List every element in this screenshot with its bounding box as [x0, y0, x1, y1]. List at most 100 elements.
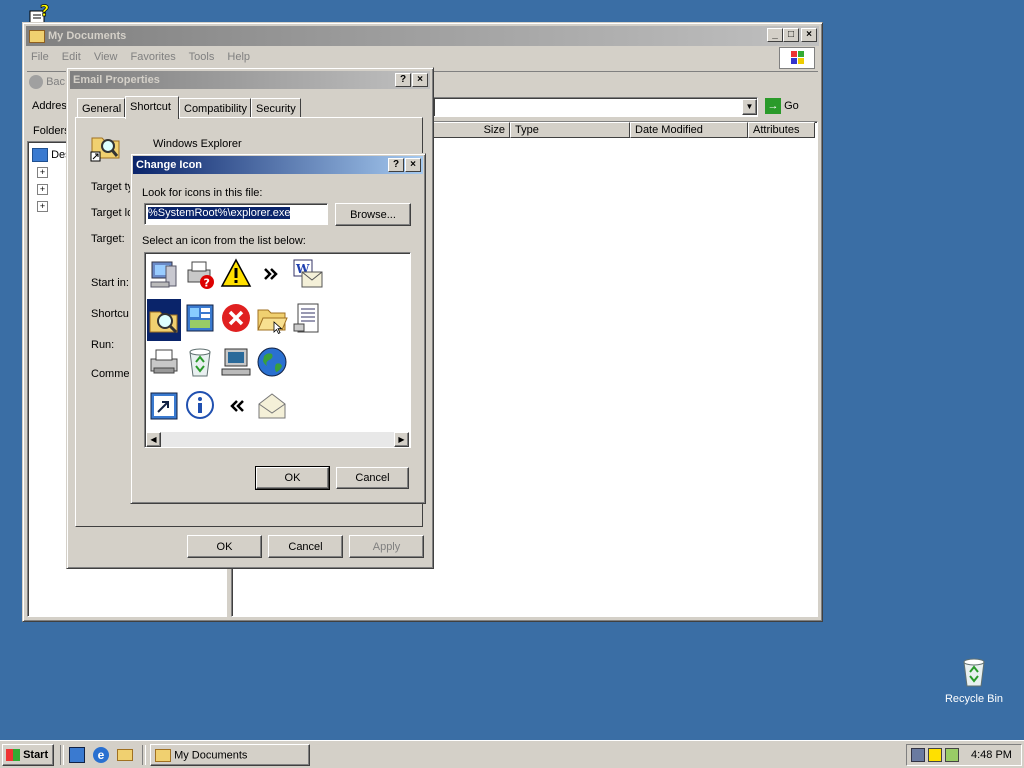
back-arrow-icon [29, 75, 43, 89]
desktop-icon [32, 148, 48, 162]
address-bar[interactable] [433, 97, 758, 117]
printer-icon[interactable] [147, 345, 181, 379]
globe-icon[interactable] [255, 345, 289, 379]
double-chevron-right-icon[interactable] [255, 257, 289, 291]
quicklaunch-desktop-icon[interactable] [69, 747, 85, 763]
folder-icon [29, 29, 45, 43]
scroll-right-button[interactable]: ▶ [394, 432, 409, 447]
double-chevron-left-icon[interactable] [219, 389, 253, 423]
cancel-button[interactable]: Cancel [336, 467, 409, 489]
printer-help-icon[interactable]: ? [183, 257, 217, 291]
folder-open-icon[interactable] [255, 301, 289, 335]
folder-search-icon[interactable] [147, 299, 181, 341]
icon-list[interactable]: ? W ◀ ▶ [144, 252, 411, 448]
task-label: My Documents [174, 748, 248, 761]
folder-icon [155, 748, 171, 762]
tab-general[interactable]: General [77, 98, 125, 118]
browse-button[interactable]: Browse... [335, 203, 411, 226]
tree-expand-1[interactable]: + [37, 167, 48, 178]
document-list-icon[interactable] [291, 301, 325, 335]
field-shortcut-key: Shortcu [91, 308, 129, 320]
menu-edit[interactable]: Edit [62, 51, 81, 63]
my-documents-titlebar[interactable]: My Documents _ □ × [26, 26, 819, 46]
control-panel-icon[interactable] [183, 301, 217, 335]
tab-security[interactable]: Security [251, 98, 301, 118]
help-button[interactable]: ? [388, 158, 404, 172]
monitor-icon[interactable] [219, 345, 253, 379]
svg-text:?: ? [204, 277, 210, 290]
error-icon[interactable] [219, 301, 253, 335]
column-attributes[interactable]: Attributes [748, 122, 815, 138]
close-button[interactable]: × [412, 73, 428, 87]
icon-file-input[interactable]: %SystemRoot%\explorer.exe [144, 203, 328, 225]
envelope-icon[interactable] [255, 389, 289, 423]
horizontal-scrollbar[interactable]: ◀ ▶ [146, 432, 409, 447]
recycle-bin-label: Recycle Bin [944, 693, 1004, 705]
field-start-in: Start in: [91, 277, 129, 289]
field-target: Target: [91, 233, 125, 245]
menu-help[interactable]: Help [227, 51, 250, 63]
ok-button[interactable]: OK [187, 535, 262, 558]
field-target-type: Target ty [91, 181, 134, 193]
close-button[interactable]: × [405, 158, 421, 172]
recycle-bin-desktop[interactable]: Recycle Bin [942, 656, 1006, 712]
close-button[interactable]: × [801, 28, 817, 42]
cancel-button[interactable]: Cancel [268, 535, 343, 558]
shortcut-icon[interactable] [147, 389, 181, 423]
recycle-bin-icon[interactable] [183, 345, 217, 379]
apply-button[interactable]: Apply [349, 535, 424, 558]
quicklaunch-ie-icon[interactable]: e [93, 747, 109, 763]
column-type[interactable]: Type [510, 122, 630, 138]
menu-favorites[interactable]: Favorites [131, 51, 176, 63]
maximize-button[interactable]: □ [783, 28, 799, 42]
tray-printer-icon[interactable] [945, 748, 959, 762]
go-button[interactable]: → Go [765, 98, 799, 114]
change-icon-dialog[interactable]: Change Icon ? × Look for icons in this f… [130, 153, 426, 504]
ok-button[interactable]: OK [255, 466, 330, 490]
start-button[interactable]: Start [2, 744, 54, 766]
menu-file[interactable]: File [31, 51, 49, 63]
tree-expand-2[interactable]: + [37, 184, 48, 195]
folder-search-icon [90, 137, 120, 162]
windows-flag-icon [6, 749, 20, 762]
tab-shortcut[interactable]: Shortcut [125, 96, 179, 119]
change-icon-titlebar[interactable]: Change Icon ? × [133, 156, 423, 174]
folders-label: Folders [33, 125, 70, 137]
field-target-location: Target lo [91, 207, 134, 219]
tree-expand-3[interactable]: + [37, 201, 48, 212]
back-label: Bac [46, 75, 66, 88]
app-name: Windows Explorer [153, 138, 242, 150]
menu-bar: File Edit View Favorites Tools Help [31, 51, 260, 63]
back-button[interactable]: Bac [29, 75, 65, 89]
clock[interactable]: 4:48 PM [971, 749, 1012, 761]
field-run: Run: [91, 339, 115, 351]
tree-desktop[interactable]: Des [32, 148, 71, 162]
menu-view[interactable]: View [94, 51, 118, 63]
tab-strip: General Shortcut Compatibility Security [75, 96, 425, 119]
word-mail-icon[interactable]: W [291, 257, 325, 291]
quicklaunch-folder-icon[interactable] [117, 749, 133, 761]
tray-network-icon[interactable] [911, 748, 925, 762]
select-icon-label: Select an icon from the list below: [142, 235, 306, 247]
warning-icon[interactable] [219, 257, 253, 291]
tray-warning-icon[interactable] [928, 748, 942, 762]
go-label: Go [784, 99, 799, 112]
address-label: Addres [32, 100, 67, 112]
svg-text:?: ? [40, 3, 49, 20]
look-for-label: Look for icons in this file: [142, 187, 263, 199]
computer-icon[interactable] [147, 257, 181, 291]
menu-tools[interactable]: Tools [189, 51, 215, 63]
email-properties-title: Email Properties [73, 74, 160, 86]
address-dropdown-button[interactable]: ▼ [742, 99, 757, 115]
scroll-left-button[interactable]: ◀ [146, 432, 161, 447]
recycle-bin-icon [963, 658, 985, 687]
go-arrow-icon: → [765, 98, 781, 114]
help-button[interactable]: ? [395, 73, 411, 87]
info-icon[interactable] [183, 389, 217, 423]
tab-compatibility[interactable]: Compatibility [179, 98, 251, 118]
windows-logo-icon [779, 47, 815, 69]
email-properties-titlebar[interactable]: Email Properties ? × [70, 71, 430, 89]
task-my-documents[interactable]: My Documents [150, 744, 310, 766]
column-date-modified[interactable]: Date Modified [630, 122, 748, 138]
minimize-button[interactable]: _ [767, 28, 783, 42]
